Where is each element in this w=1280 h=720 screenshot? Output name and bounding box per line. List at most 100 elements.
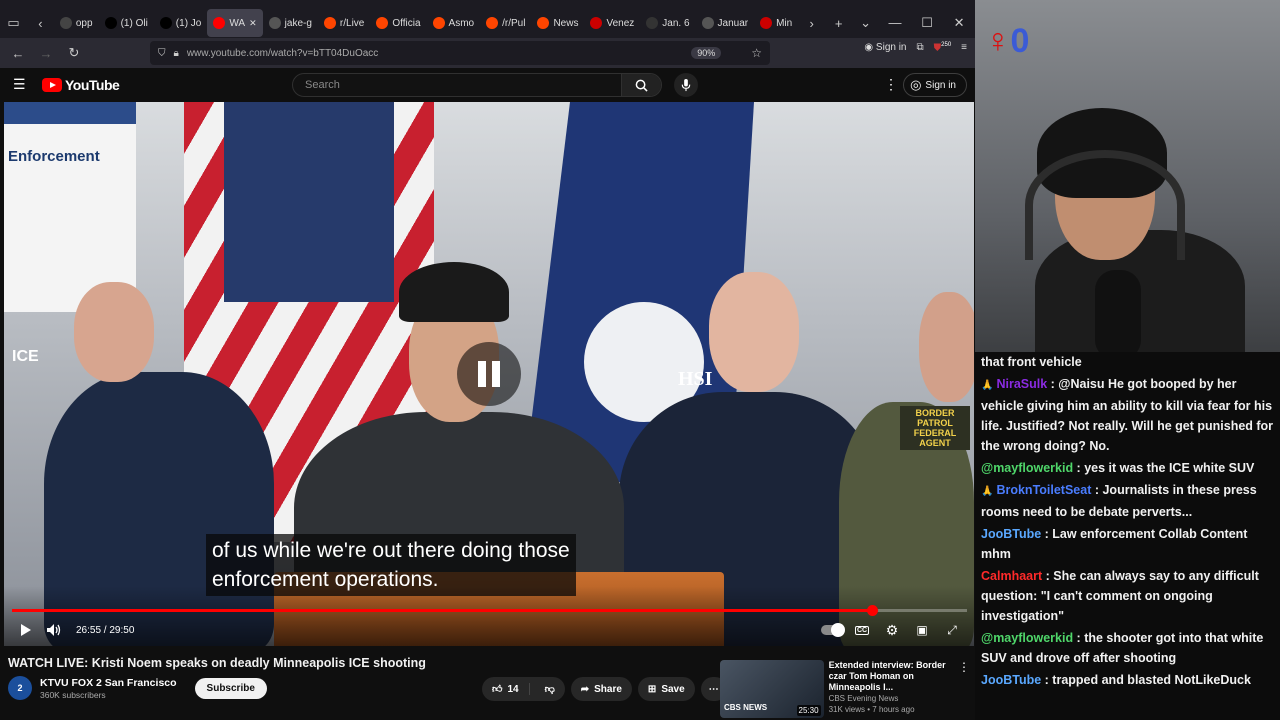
caption-line-1: of us while we're out there doing those	[212, 539, 570, 562]
gear-icon: ⚙	[885, 621, 899, 638]
dislike-button[interactable]: 👎︎	[535, 683, 565, 695]
ublock-icon[interactable]: ⛊250	[934, 42, 952, 53]
center-pause-icon[interactable]	[457, 342, 521, 406]
recommended-thumbnail[interactable]: CBS NEWS 25:30	[720, 660, 824, 718]
recommended-title[interactable]: Extended interview: Border czar Tom Homa…	[829, 660, 958, 693]
progress-fill[interactable]	[12, 605, 879, 616]
chat-username[interactable]: Calmhaart	[981, 569, 1042, 583]
recommended-more-icon[interactable]: ⋮	[958, 660, 970, 720]
miniplayer-button[interactable]: ▣	[908, 618, 936, 642]
stream-logo-digit: 0	[1010, 22, 1030, 60]
extensions-icon[interactable]: ⧉	[917, 42, 924, 53]
back-icon[interactable]: ←	[4, 39, 32, 67]
settings-button[interactable]: ⚙	[878, 618, 906, 642]
player-controls: 26:55 / 29:50 CC ⚙ ▣ ⤢	[4, 618, 974, 642]
chat-message: JooBTube : Law enforcement Collab Conten…	[981, 524, 1278, 564]
browser-tab[interactable]: Januar	[696, 9, 755, 37]
account-signin-button[interactable]: ◉ Sign in	[864, 42, 906, 53]
youtube-signin-button[interactable]: ◎ Sign in	[903, 73, 967, 97]
chat-username[interactable]: JooBTube	[981, 527, 1041, 541]
chat-message: 🙏 NiraSulk : @Naisu He got booped by her …	[981, 374, 1278, 456]
menu-icon[interactable]: ≡	[961, 42, 967, 53]
chat-message: @mayflowerkid : the shooter got into tha…	[981, 628, 1278, 668]
progress-bar[interactable]	[12, 605, 967, 616]
save-button[interactable]: ⊞ Save	[637, 677, 695, 701]
channel-name[interactable]: KTVU FOX 2 San Francisco	[40, 677, 177, 689]
minimize-icon[interactable]: —	[879, 15, 911, 31]
bookmark-star-icon[interactable]: ☆	[751, 46, 762, 60]
hamburger-menu-icon[interactable]: ☰	[13, 76, 26, 93]
chat-separator: :	[1042, 569, 1054, 583]
video-duration: 25:30	[796, 705, 821, 716]
autoplay-toggle[interactable]	[818, 618, 846, 642]
tab-favicon-icon	[323, 17, 336, 29]
url-text[interactable]: www.youtube.com/watch?v=bTT04DuOacc	[187, 48, 378, 59]
search-icon	[635, 79, 648, 92]
chat-username[interactable]: @mayflowerkid	[981, 461, 1073, 475]
officer-border-patrol-head	[919, 292, 974, 402]
tab-label: Januar	[717, 17, 749, 29]
tab-scroll-left-icon[interactable]: ‹	[27, 9, 54, 37]
chat-username[interactable]: BroknToiletSeat	[996, 483, 1091, 497]
subtitles-button[interactable]: CC	[848, 618, 876, 642]
chat-username[interactable]: JooBTube	[981, 673, 1041, 687]
window-controls: — ☐ ✕	[879, 15, 975, 31]
browser-tab[interactable]: jake-g	[263, 9, 318, 37]
browser-tab[interactable]: Venez	[584, 9, 640, 37]
tab-label: jake-g	[284, 17, 312, 29]
tab-favicon-icon	[213, 17, 226, 29]
tab-label: opp	[75, 17, 93, 29]
browser-tab[interactable]: Min	[754, 9, 798, 37]
channel-text: KTVU FOX 2 San Francisco 360K subscriber…	[40, 677, 177, 700]
tab-close-icon[interactable]: ✕	[249, 18, 257, 29]
cc-icon: CC	[854, 625, 870, 635]
browser-tab[interactable]: Asmo	[427, 9, 481, 37]
new-tab-icon[interactable]: +	[825, 9, 852, 37]
tab-overview-icon[interactable]: ▭	[0, 9, 27, 37]
shield-icon[interactable]: ⛉	[158, 48, 166, 59]
chat-username[interactable]: @mayflowerkid	[981, 631, 1073, 645]
address-bar[interactable]: ⛉ 🔒︎ www.youtube.com/watch?v=bTT04DuOacc…	[150, 41, 770, 65]
chat-text: trapped and blasted NotLikeDuck	[1052, 673, 1251, 687]
browser-tab[interactable]: /r/Pul	[480, 9, 531, 37]
maximize-icon[interactable]: ☐	[911, 15, 943, 31]
browser-tab[interactable]: (1) Oli	[99, 9, 154, 37]
lock-icon[interactable]: 🔒︎	[174, 48, 179, 59]
tab-list-menu-icon[interactable]: ⌄	[852, 9, 879, 37]
zoom-level[interactable]: 90%	[691, 47, 722, 59]
subscribe-button[interactable]: Subscribe	[194, 677, 267, 699]
tab-scroll-right-icon[interactable]: ›	[798, 9, 825, 37]
play-button[interactable]	[12, 618, 40, 642]
forward-icon[interactable]: →	[32, 39, 60, 67]
voice-search-button[interactable]	[674, 73, 698, 97]
volume-button[interactable]	[40, 618, 68, 642]
hsi-patch-text: HSI	[678, 368, 713, 390]
fullscreen-button[interactable]: ⤢	[938, 618, 966, 642]
chat-separator: :	[1041, 527, 1053, 541]
share-icon: ➦	[580, 683, 590, 695]
share-button[interactable]: ➦ Share	[570, 677, 632, 701]
stream-logo: ♀0	[985, 22, 1029, 61]
search-button[interactable]	[621, 74, 661, 96]
close-window-icon[interactable]: ✕	[943, 15, 975, 31]
video-player[interactable]: Enforcement ICE HSI BORDER PATROL FEDERA…	[4, 102, 974, 646]
browser-tab[interactable]: WA ✕	[207, 9, 263, 37]
like-button[interactable]: 👍︎ 14	[482, 683, 530, 695]
browser-tab[interactable]: opp	[54, 9, 99, 37]
browser-tab[interactable]: News	[531, 9, 584, 37]
browser-tab[interactable]: Jan. 6	[640, 9, 695, 37]
browser-tab[interactable]: r/Live	[318, 9, 370, 37]
browser-tab[interactable]: (1) Jo	[154, 9, 208, 37]
recommended-video[interactable]: CBS NEWS 25:30 Extended interview: Borde…	[720, 660, 970, 720]
chat-username[interactable]: NiraSulk	[996, 377, 1047, 391]
channel-avatar[interactable]: 2	[8, 676, 32, 700]
streamer-webcam: ♀0	[975, 0, 1280, 360]
stream-logo-mark: ♀	[985, 22, 1011, 60]
browser-tab[interactable]: Officia	[370, 9, 426, 37]
tab-label: (1) Oli	[120, 17, 148, 29]
search-input[interactable]: Search	[292, 73, 662, 97]
youtube-logo[interactable]: YouTube	[42, 77, 120, 93]
more-options-icon[interactable]: ⋮	[884, 76, 898, 93]
reload-icon[interactable]: ↻	[60, 39, 88, 67]
tab-favicon-icon	[537, 17, 550, 29]
